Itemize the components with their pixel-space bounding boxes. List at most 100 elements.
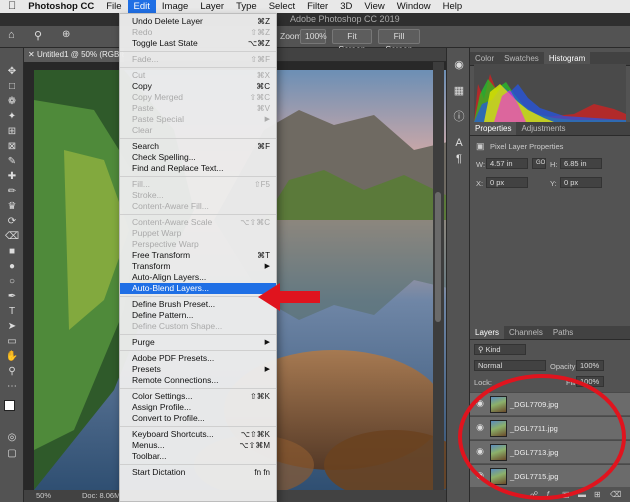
rectangle-tool-icon[interactable]: ▭ [5,336,19,347]
menu-item-define-brush-preset[interactable]: Define Brush Preset... [120,299,276,310]
move-tool-icon[interactable]: ✥ [5,66,19,77]
eraser-tool-icon[interactable]: ⌫ [5,231,19,242]
width-label: W: [476,160,486,169]
gradient-tool-icon[interactable]: ■ [5,246,19,257]
path-select-icon[interactable]: ➤ [5,321,19,332]
menu-item-purge[interactable]: Purge ▶ [120,337,276,348]
tab-layers[interactable]: Layers [470,326,505,339]
quick-select-tool-icon[interactable]: ✦ [5,111,19,122]
dodge-tool-icon[interactable]: ○ [5,276,19,287]
brush-tool-icon[interactable]: ✏ [5,186,19,197]
tab-properties[interactable]: Properties [470,122,517,135]
menu-separator [120,426,276,427]
menu-item-free-transform[interactable]: Free Transform ⌘T [120,250,276,261]
menu-type[interactable]: Type [230,0,263,13]
menu-item-label: Fill... [132,179,150,189]
canvas-vertical-scrollbar[interactable] [433,62,444,490]
eyedropper-tool-icon[interactable]: ✎ [5,156,19,167]
menu-item-label: Paste [132,103,154,113]
menu-item-assign-profile[interactable]: Assign Profile... [120,402,276,413]
menu-app-name[interactable]: Photoshop CC [22,0,100,13]
annotation-red-arrow [258,283,320,311]
zoom-100-button[interactable]: 100% [300,29,327,44]
menu-item-start-dictation[interactable]: Start Dictation fn fn [120,467,276,478]
menu-help[interactable]: Help [437,0,469,13]
frame-tool-icon[interactable]: ⊠ [5,141,19,152]
home-icon[interactable]: ⌂ [8,29,15,41]
menu-item-auto-align-layers[interactable]: Auto-Align Layers... [120,272,276,283]
more-tools-icon[interactable]: ⋯ [5,381,19,392]
menu-item-undo-delete-layer[interactable]: Undo Delete Layer ⌘Z [120,16,276,27]
menu-item-copy[interactable]: Copy ⌘C [120,81,276,92]
fill-screen-button[interactable]: Fill Screen [378,29,420,54]
menu-item-remote-connections[interactable]: Remote Connections... [120,375,276,386]
paragraph-panel-icon[interactable]: ¶ [452,152,466,166]
tools-panel: ✥ □ ❁ ✦ ⊞ ⊠ ✎ ✚ ✏ ♛ ⟳ ⌫ ■ ● ○ ✒ T ➤ ▭ ✋ … [0,48,24,502]
menu-image[interactable]: Image [156,0,194,13]
opacity-field[interactable]: 100% [576,360,604,371]
menu-item-color-settings[interactable]: Color Settings... ⇧⌘K [120,391,276,402]
type-tool-icon[interactable]: T [5,306,19,317]
zoom-tool-sidebar-icon[interactable]: ⚲ [5,366,19,377]
zoom-in-icon[interactable]: ⊕ [62,29,70,40]
menu-item-keyboard-shortcuts[interactable]: Keyboard Shortcuts... ⌥⇧⌘K [120,429,276,440]
menu-item-convert-to-profile[interactable]: Convert to Profile... [120,413,276,424]
clone-stamp-icon[interactable]: ♛ [5,201,19,212]
menu-select[interactable]: Select [263,0,301,13]
scrollbar-thumb[interactable] [435,192,441,322]
menu-item-find-and-replace-text[interactable]: Find and Replace Text... [120,163,276,174]
status-zoom[interactable]: 50% [36,490,51,502]
blend-mode-select[interactable]: Normal [474,360,546,371]
menu-item-menus[interactable]: Menus... ⌥⇧⌘M [120,440,276,451]
foreground-color-swatch[interactable] [4,400,15,411]
menu-edit[interactable]: Edit [127,0,156,13]
crop-tool-icon[interactable]: ⊞ [5,126,19,137]
menu-filter[interactable]: Filter [301,0,334,13]
tab-adjustments[interactable]: Adjustments [516,122,570,135]
menu-item-search[interactable]: Search ⌘F [120,141,276,152]
menu-item-adobe-pdf-presets[interactable]: Adobe PDF Presets... [120,353,276,364]
tab-close-icon[interactable]: ✕ [28,50,37,59]
menu-layer[interactable]: Layer [194,0,230,13]
screen-mode-icon[interactable]: ▢ [5,448,19,459]
history-brush-icon[interactable]: ⟳ [5,216,19,227]
swatches-panel-icon[interactable]: ▦ [452,84,466,98]
tab-paths[interactable]: Paths [548,326,578,339]
color-panel-icon[interactable]: ◉ [452,58,466,72]
info-panel-icon[interactable]: ⓘ [452,110,466,124]
menu-window[interactable]: Window [391,0,437,13]
blur-tool-icon[interactable]: ● [5,261,19,272]
hand-tool-icon[interactable]: ✋ [5,351,19,362]
pen-tool-icon[interactable]: ✒ [5,291,19,302]
edit-menu-dropdown: Undo Delete Layer ⌘Z Redo ⇧⌘Z Toggle Last St… [119,13,277,502]
link-dimensions-button[interactable]: GO [532,158,546,169]
tab-channels[interactable]: Channels [504,326,548,339]
height-field[interactable]: 6.85 in [560,158,602,169]
menu-item-label: Cut [132,70,146,80]
menu-item-check-spelling[interactable]: Check Spelling... [120,152,276,163]
menu-item-auto-blend-layers[interactable]: Auto-Blend Layers... [120,283,276,294]
y-field[interactable]: 0 px [560,177,602,188]
menu-item-toolbar[interactable]: Toolbar... [120,451,276,462]
menu-3d[interactable]: 3D [334,0,358,13]
menu-item-content-aware-scale: Content-Aware Scale ⌥⇧⌘C [120,217,276,228]
menu-item-toggle-last-state[interactable]: Toggle Last State ⌥⌘Z [120,38,276,49]
apple-icon[interactable]:  [0,0,22,13]
x-field[interactable]: 0 px [486,177,528,188]
zoom-tool-icon[interactable]: ⚲ [34,29,42,42]
width-field[interactable]: 4.57 in [486,158,528,169]
lasso-tool-icon[interactable]: ❁ [5,96,19,107]
quick-mask-icon[interactable]: ◎ [5,432,19,443]
marquee-tool-icon[interactable]: □ [5,81,19,92]
layer-filter-kind[interactable]: ⚲ Kind [474,344,526,355]
character-panel-icon[interactable]: A [452,136,466,150]
menu-view[interactable]: View [358,0,390,13]
menu-item-define-pattern[interactable]: Define Pattern... [120,310,276,321]
menu-item-transform[interactable]: Transform ▶ [120,261,276,272]
document-tab[interactable]: ✕ Untitled1 @ 50% (RGB/8 [24,48,124,62]
menu-item-stroke: Stroke... [120,190,276,201]
healing-brush-icon[interactable]: ✚ [5,171,19,182]
fit-screen-button[interactable]: Fit Screen [332,29,372,54]
menu-file[interactable]: File [100,0,127,13]
menu-item-presets[interactable]: Presets ▶ [120,364,276,375]
